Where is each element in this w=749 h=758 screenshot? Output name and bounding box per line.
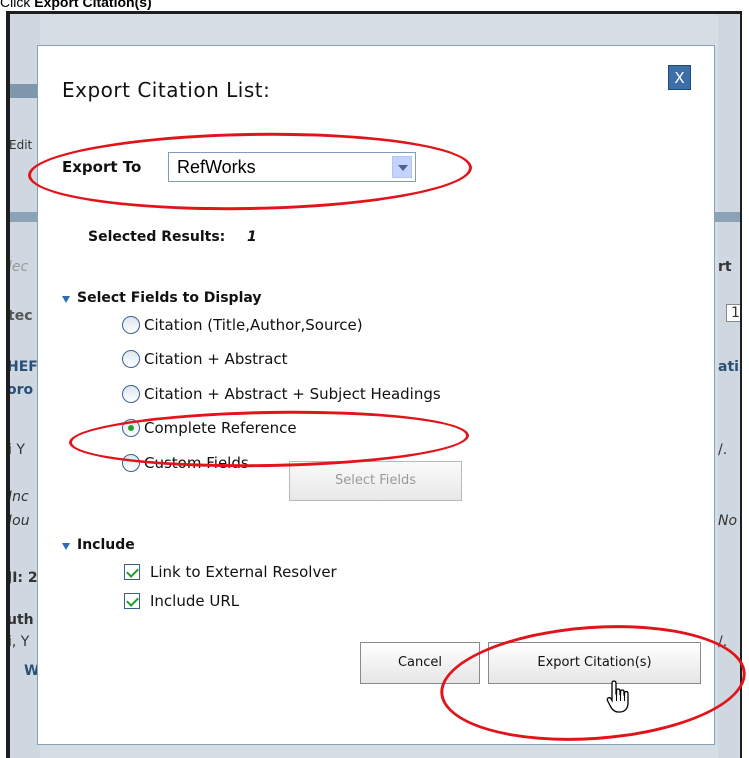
background-text: oro: [10, 382, 34, 398]
selected-results-count: 1: [247, 229, 257, 245]
background-text: uth: [10, 612, 34, 628]
background-text: tec: [10, 308, 33, 324]
close-button[interactable]: X: [668, 65, 691, 90]
dialog-title: Export Citation List:: [62, 78, 271, 102]
background-text: i, Y: [10, 634, 30, 650]
checkbox-include-url[interactable]: [124, 593, 140, 609]
field-option-label: Citation + Abstract + Subject Headings: [144, 385, 441, 403]
include-heading: Include: [77, 537, 135, 553]
expand-triangle-icon[interactable]: [62, 543, 70, 550]
background-text: Edit: [10, 138, 33, 152]
include-option-label: Link to External Resolver: [150, 563, 337, 581]
fields-heading: Select Fields to Display: [77, 290, 262, 306]
radio-citation-abstract-subjects[interactable]: [122, 385, 140, 403]
background-text: rt: [718, 259, 732, 275]
expand-triangle-icon[interactable]: [62, 296, 70, 303]
radio-citation[interactable]: [122, 316, 140, 334]
select-fields-button[interactable]: Select Fields: [289, 461, 462, 501]
background-text: No: [718, 513, 738, 529]
field-option-label: Citation + Abstract: [144, 350, 288, 368]
checkbox-external-resolver[interactable]: [124, 564, 140, 580]
background-text: 1: [726, 304, 740, 322]
background-text: HEF: [10, 359, 38, 375]
background-text: /.: [718, 442, 728, 458]
selected-results-label: Selected Results:: [88, 229, 226, 245]
background-text: ati: [718, 359, 739, 375]
background-text: Inc: [10, 489, 29, 505]
background-text: lec: [10, 259, 29, 275]
radio-citation-abstract[interactable]: [122, 350, 140, 368]
background-text: i Y: [10, 442, 25, 458]
background-text: JI: 2: [10, 570, 38, 586]
include-option-label: Include URL: [150, 592, 240, 610]
caption-prefix: Click: [0, 0, 35, 10]
background-bar: [10, 84, 40, 98]
field-option-label: Citation (Title,Author,Source): [144, 316, 363, 334]
background-text: Jou: [10, 513, 30, 529]
caption-emphasis: Export Citation(s): [34, 0, 152, 10]
